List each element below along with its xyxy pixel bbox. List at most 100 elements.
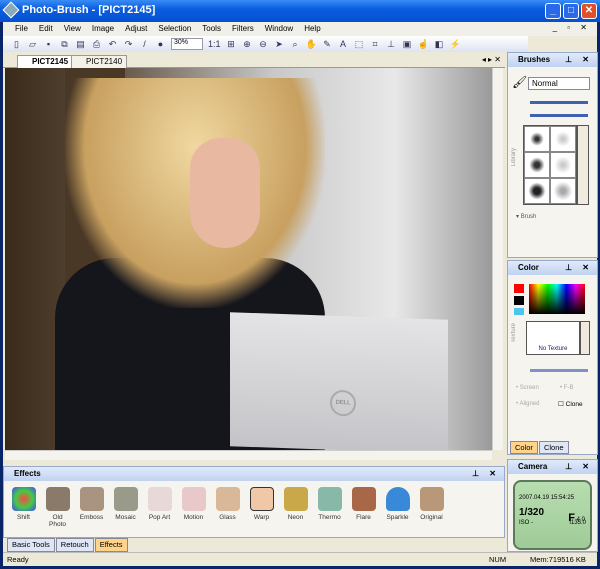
effect-old-photo[interactable]: Old Photo: [44, 487, 71, 528]
swap-colors-icon[interactable]: [514, 308, 524, 315]
panel-controls[interactable]: ⊥ ✕: [472, 469, 500, 478]
menu-filters[interactable]: Filters: [232, 24, 254, 36]
tab-color[interactable]: Color: [510, 441, 538, 454]
fit-icon[interactable]: ⊞: [226, 39, 237, 50]
iso-value: ISO -: [519, 520, 534, 526]
brush-preset[interactable]: [524, 178, 550, 204]
color-spectrum[interactable]: [529, 284, 585, 314]
brush-preset[interactable]: [550, 152, 576, 178]
zoom-out-icon[interactable]: ⊖: [258, 39, 269, 50]
panel-controls[interactable]: ⊥ ✕: [565, 263, 593, 272]
effect-pop-art[interactable]: Pop Art: [146, 487, 173, 528]
magnifier-icon[interactable]: ⌕: [290, 39, 301, 50]
tab-clone[interactable]: Clone: [538, 441, 569, 454]
texture-dropdown[interactable]: [580, 321, 590, 355]
effect-original[interactable]: Original: [418, 487, 445, 528]
clone-checkbox[interactable]: ☐ Clone: [558, 400, 583, 408]
library-scrollbar[interactable]: [577, 125, 589, 205]
status-bar: Ready NUM Mem:719516 KB: [3, 552, 597, 566]
effect-emboss[interactable]: Emboss: [78, 487, 105, 528]
wand-icon[interactable]: ⚡: [450, 39, 461, 50]
primary-color-swatch[interactable]: [514, 284, 524, 293]
texture-name: No Texture: [538, 346, 568, 352]
effect-thermo[interactable]: Thermo: [316, 487, 343, 528]
save-icon[interactable]: ▪: [43, 39, 54, 50]
fb-option[interactable]: • F-B: [560, 385, 573, 391]
brush-library-grid: [523, 125, 577, 205]
fb-label: F-B: [563, 385, 574, 391]
effect-warp[interactable]: Warp: [248, 487, 275, 528]
effect-neon[interactable]: Neon: [282, 487, 309, 528]
redo-icon[interactable]: ↷: [123, 39, 134, 50]
straighten-icon[interactable]: ⊥: [386, 39, 397, 50]
minimize-button[interactable]: _: [545, 3, 561, 19]
menu-view[interactable]: View: [64, 24, 81, 36]
brush-icon[interactable]: /: [139, 39, 150, 50]
screen-option[interactable]: • Screen: [516, 385, 539, 391]
effects-title: Effects: [14, 469, 41, 478]
menu-selection[interactable]: Selection: [158, 24, 191, 36]
doc-tab-pict2145[interactable]: PICT2145: [17, 55, 74, 68]
open-icon[interactable]: ▱: [27, 39, 38, 50]
zoom-select[interactable]: 30%: [171, 38, 203, 50]
panel-icon[interactable]: ◧: [434, 39, 445, 50]
pointer-icon[interactable]: ➤: [274, 39, 285, 50]
effect-shift[interactable]: Shift: [10, 487, 37, 528]
aperture-value: 4.0: [576, 517, 585, 523]
undo-icon[interactable]: ↶: [107, 39, 118, 50]
paste-icon[interactable]: ▤: [75, 39, 86, 50]
tab-basic-tools[interactable]: Basic Tools: [7, 538, 55, 552]
image-canvas[interactable]: DELL: [5, 68, 492, 450]
print-icon[interactable]: ⎙: [91, 39, 102, 50]
frame-icon[interactable]: ▣: [402, 39, 413, 50]
color-wheel-icon[interactable]: ●: [155, 39, 166, 50]
text-icon[interactable]: A: [338, 39, 349, 50]
maximize-button[interactable]: □: [563, 3, 579, 19]
menu-tools[interactable]: Tools: [202, 24, 221, 36]
panel-controls[interactable]: ⊥ ✕: [565, 55, 593, 64]
actual-size-button[interactable]: 1:1: [208, 39, 221, 50]
tab-effects[interactable]: Effects: [94, 538, 128, 552]
effect-glass[interactable]: Glass: [214, 487, 241, 528]
size-slider[interactable]: [530, 101, 588, 104]
crop-icon[interactable]: ⌗: [370, 39, 381, 50]
brushes-header: Brushes ⊥ ✕: [508, 53, 597, 67]
menu-adjust[interactable]: Adjust: [125, 24, 147, 36]
brush-preset[interactable]: [550, 178, 576, 204]
hand-icon[interactable]: ✋: [306, 39, 317, 50]
menu-edit[interactable]: Edit: [39, 24, 53, 36]
mdi-controls[interactable]: _ ▫ ✕: [553, 23, 591, 32]
aligned-option[interactable]: • Aligned: [516, 401, 539, 407]
effect-flare[interactable]: Flare: [350, 487, 377, 528]
brush-preset[interactable]: [524, 152, 550, 178]
effect-mosaic[interactable]: Mosaic: [112, 487, 139, 528]
menu-window[interactable]: Window: [265, 24, 293, 36]
horizontal-scrollbar[interactable]: [5, 450, 492, 460]
secondary-color-swatch[interactable]: [514, 296, 524, 305]
tab-retouch[interactable]: Retouch: [55, 538, 94, 552]
copy-icon[interactable]: ⧉: [59, 39, 70, 50]
thumbs-icon[interactable]: ☝: [418, 39, 429, 50]
panel-controls[interactable]: ⊥ ✕: [565, 462, 593, 471]
effect-sparkle[interactable]: Sparkle: [384, 487, 411, 528]
doc-tab-controls[interactable]: ◂ ▸ ✕: [482, 55, 501, 64]
vertical-scrollbar[interactable]: [492, 68, 503, 450]
menu-help[interactable]: Help: [304, 24, 320, 36]
blend-mode-select[interactable]: Normal: [528, 77, 590, 90]
new-icon[interactable]: ▯: [11, 39, 22, 50]
eyedropper-icon[interactable]: ✎: [322, 39, 333, 50]
menu-image[interactable]: Image: [92, 24, 114, 36]
brush-preset[interactable]: [524, 126, 550, 152]
effect-motion[interactable]: Motion: [180, 487, 207, 528]
brush-preset[interactable]: [550, 126, 576, 152]
doc-tab-pict2140[interactable]: PICT2140: [71, 55, 128, 68]
close-button[interactable]: ✕: [581, 3, 597, 19]
brush-expander[interactable]: ▾ Brush: [516, 213, 536, 220]
opacity-slider[interactable]: [530, 114, 588, 117]
menu-file[interactable]: File: [15, 24, 28, 36]
texture-selector[interactable]: No Texture: [526, 321, 580, 355]
zoom-in-icon[interactable]: ⊕: [242, 39, 253, 50]
selection-icon[interactable]: ⬚: [354, 39, 365, 50]
glass-icon: [215, 487, 240, 511]
texture-slider[interactable]: [530, 369, 588, 372]
